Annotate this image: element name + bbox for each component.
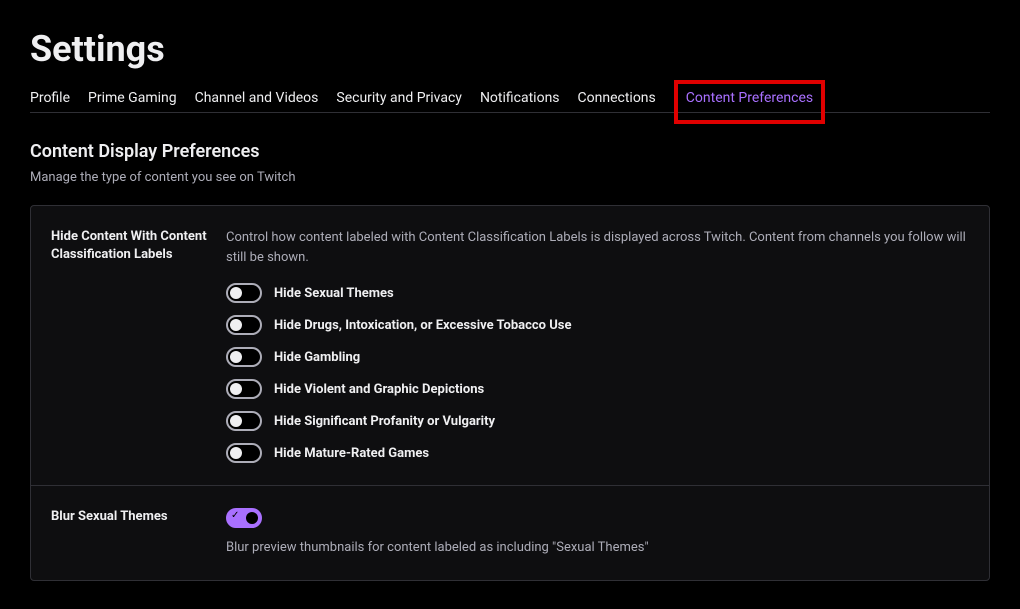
- toggle-hide-violent[interactable]: [226, 379, 262, 399]
- tab-channel-videos[interactable]: Channel and Videos: [195, 90, 319, 106]
- tab-content-preferences[interactable]: Content Preferences: [686, 90, 813, 106]
- toggle-item-drugs: Hide Drugs, Intoxication, or Excessive T…: [226, 315, 969, 335]
- section-subtitle: Manage the type of content you see on Tw…: [30, 170, 990, 185]
- toggle-label: Hide Significant Profanity or Vulgarity: [274, 414, 495, 429]
- tab-profile[interactable]: Profile: [30, 90, 70, 106]
- ccl-description: Control how content labeled with Content…: [226, 228, 969, 267]
- toggle-label: Hide Drugs, Intoxication, or Excessive T…: [274, 318, 572, 333]
- blur-row: Blur Sexual Themes ✓ Blur preview thumbn…: [31, 485, 989, 580]
- toggle-blur-sexual-themes[interactable]: ✓: [226, 508, 262, 528]
- toggle-item-gambling: Hide Gambling: [226, 347, 969, 367]
- toggle-hide-gambling[interactable]: [226, 347, 262, 367]
- blur-label: Blur Sexual Themes: [51, 508, 226, 558]
- ccl-toggle-list: Hide Sexual Themes Hide Drugs, Intoxicat…: [226, 283, 969, 463]
- check-icon: ✓: [231, 511, 239, 521]
- toggle-label: Hide Violent and Graphic Depictions: [274, 382, 484, 397]
- toggle-hide-sexual-themes[interactable]: [226, 283, 262, 303]
- preferences-panel: Hide Content With Content Classification…: [30, 205, 990, 581]
- toggle-label: Hide Sexual Themes: [274, 286, 394, 301]
- toggle-label: Hide Mature-Rated Games: [274, 446, 429, 461]
- toggle-label: Hide Gambling: [274, 350, 360, 365]
- toggle-item-profanity: Hide Significant Profanity or Vulgarity: [226, 411, 969, 431]
- section-title: Content Display Preferences: [30, 141, 990, 162]
- blur-description: Blur preview thumbnails for content labe…: [226, 538, 969, 558]
- page-title: Settings: [30, 28, 990, 70]
- ccl-label: Hide Content With Content Classification…: [51, 228, 226, 463]
- toggle-item-violent: Hide Violent and Graphic Depictions: [226, 379, 969, 399]
- settings-tabs: Profile Prime Gaming Channel and Videos …: [30, 90, 990, 113]
- toggle-item-blur: ✓: [226, 508, 969, 528]
- toggle-hide-profanity[interactable]: [226, 411, 262, 431]
- tab-notifications[interactable]: Notifications: [480, 90, 560, 106]
- tab-connections[interactable]: Connections: [578, 90, 656, 106]
- toggle-hide-drugs[interactable]: [226, 315, 262, 335]
- ccl-row: Hide Content With Content Classification…: [31, 206, 989, 485]
- tab-security-privacy[interactable]: Security and Privacy: [336, 90, 462, 106]
- toggle-item-sexual-themes: Hide Sexual Themes: [226, 283, 969, 303]
- highlight-box: Content Preferences: [674, 80, 825, 124]
- tab-prime-gaming[interactable]: Prime Gaming: [88, 90, 177, 106]
- toggle-item-mature-games: Hide Mature-Rated Games: [226, 443, 969, 463]
- toggle-hide-mature-games[interactable]: [226, 443, 262, 463]
